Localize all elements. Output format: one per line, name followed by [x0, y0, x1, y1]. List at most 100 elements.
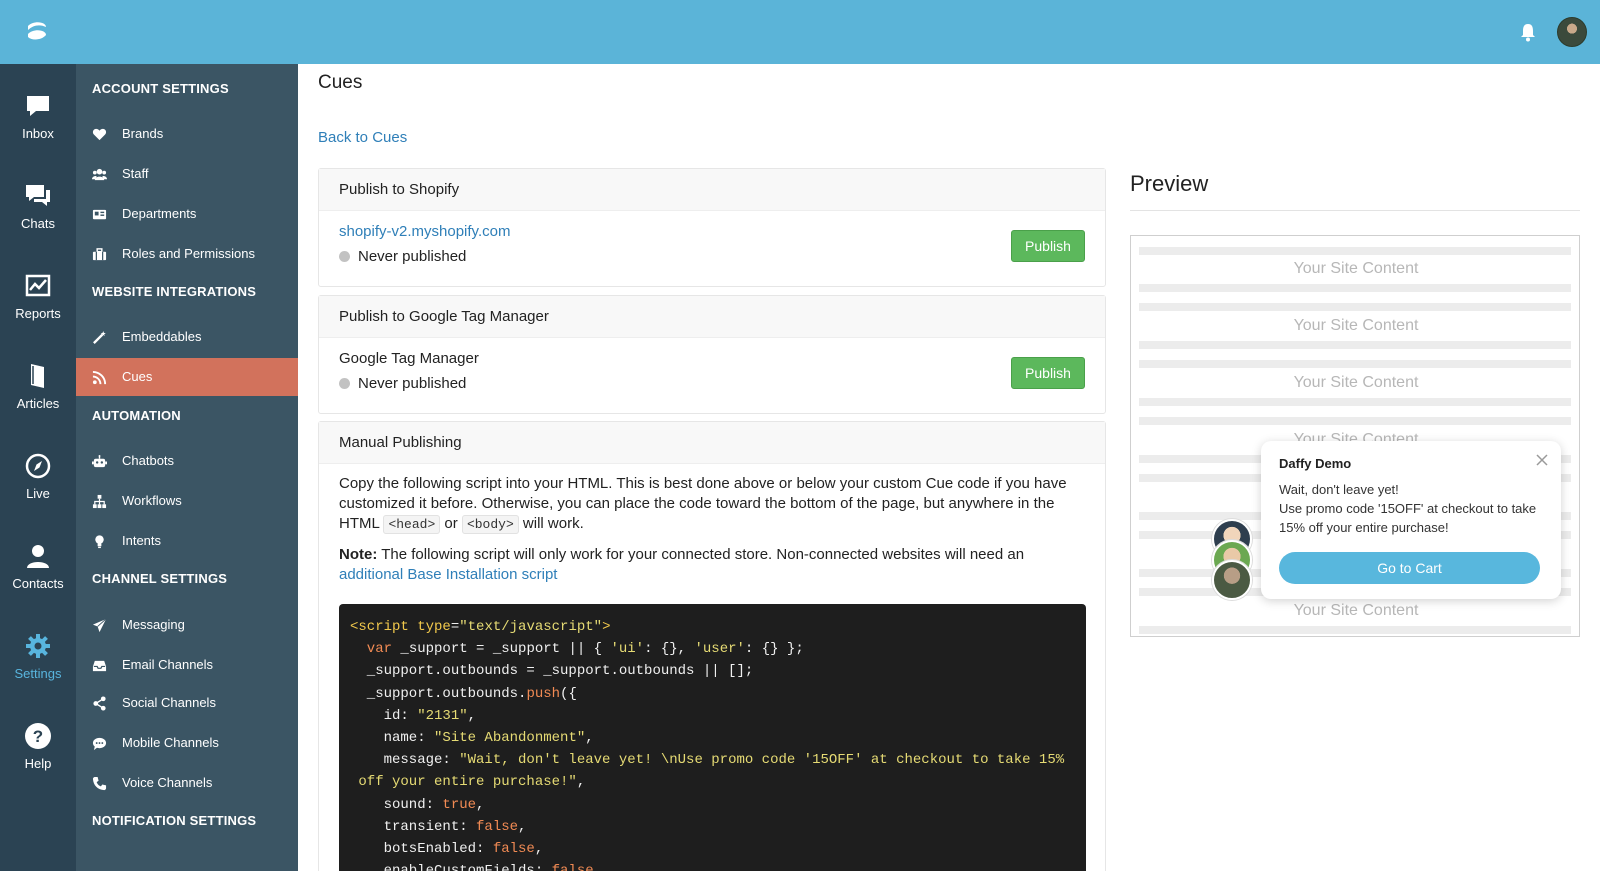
- code-token: ,: [585, 730, 594, 747]
- rail-label: Reports: [15, 306, 61, 321]
- manual-card-body: Copy the following script into your HTML…: [319, 464, 1105, 597]
- sitemap-icon: [92, 494, 107, 509]
- menu-item-voice-channels[interactable]: Voice Channels: [76, 764, 298, 802]
- contacts-icon: [27, 545, 49, 568]
- site-content-label: Your Site Content: [1293, 602, 1419, 619]
- gtm-status-text: Never published: [358, 375, 467, 392]
- rail-item-contacts[interactable]: Contacts: [0, 524, 76, 604]
- menu-heading-account: ACCOUNT SETTINGS: [92, 81, 229, 96]
- menu-item-chatbots[interactable]: Chatbots: [76, 442, 298, 480]
- back-to-cues-link[interactable]: Back to Cues: [318, 129, 407, 146]
- code-token: false: [476, 818, 519, 835]
- menu-item-social-channels[interactable]: Social Channels: [76, 684, 298, 722]
- code-token: _support.outbounds = _support.outbounds …: [350, 663, 754, 680]
- inbox-icon: [27, 96, 49, 116]
- menu-item-cues[interactable]: Cues: [76, 358, 298, 396]
- menu-item-intents[interactable]: Intents: [76, 522, 298, 560]
- site-content-label: Your Site Content: [1293, 260, 1419, 277]
- menu-item-departments[interactable]: Departments: [76, 195, 298, 233]
- rail-item-help[interactable]: ? Help: [0, 704, 76, 784]
- code-line: _support.outbounds.push({: [350, 683, 1075, 705]
- menu-item-workflows[interactable]: Workflows: [76, 482, 298, 520]
- help-icon: ?: [25, 723, 51, 749]
- paper-plane-icon: [92, 618, 107, 633]
- gtm-name: Google Tag Manager: [339, 350, 479, 367]
- bell-icon[interactable]: [1519, 22, 1537, 42]
- rail-item-chats[interactable]: Chats: [0, 164, 76, 244]
- base-installation-link[interactable]: additional Base Installation script: [339, 566, 557, 583]
- code-token: type: [417, 619, 451, 635]
- shopify-card-title: Publish to Shopify: [319, 169, 1105, 211]
- code-line: name: "Site Abandonment",: [350, 727, 1075, 749]
- menu-item-email-channels[interactable]: Email Channels: [76, 646, 298, 684]
- shopify-store-link[interactable]: shopify-v2.myshopify.com: [339, 223, 1085, 240]
- note-label: Note:: [339, 546, 378, 563]
- agent-avatar: [1212, 560, 1252, 600]
- code-token: false: [492, 841, 535, 858]
- code-token: ,: [467, 707, 477, 724]
- code-line: botsEnabled: false,: [350, 838, 1075, 860]
- code-line: transient: false,: [350, 816, 1075, 838]
- code-token: push: [526, 685, 561, 702]
- code-line: sound: true,: [350, 794, 1075, 816]
- gtm-publish-button[interactable]: Publish: [1011, 357, 1085, 389]
- rail-label: Inbox: [22, 126, 54, 141]
- script-code-block[interactable]: <script type="text/javascript"> var _sup…: [339, 604, 1086, 871]
- manual-card-title: Manual Publishing: [319, 422, 1105, 464]
- code-token: "Wait, don't leave yet! \nUse promo code…: [459, 752, 1065, 769]
- go-to-cart-button[interactable]: Go to Cart: [1279, 552, 1540, 584]
- code-token: ,: [518, 818, 527, 835]
- code-token: "Site Abandonment": [434, 730, 586, 747]
- magic-wand-icon: [93, 330, 106, 344]
- page-title: Cues: [318, 72, 363, 93]
- placeholder-stripe: [1139, 360, 1571, 368]
- menu-item-embeddables[interactable]: Embeddables: [76, 318, 298, 356]
- code-token: =: [450, 619, 460, 635]
- rail-item-inbox[interactable]: Inbox: [0, 74, 76, 154]
- inbox-tray-icon: [92, 660, 107, 672]
- code-token: off your entire purchase!": [350, 774, 577, 791]
- app-logo-icon[interactable]: [24, 20, 50, 44]
- code-token: name:: [350, 730, 435, 747]
- menu-heading-automation: AUTOMATION: [92, 408, 181, 423]
- chat-bubble-icon: [92, 737, 107, 751]
- gtm-card-body: Google Tag Manager Never published Publi…: [319, 338, 1105, 404]
- close-icon[interactable]: [1535, 453, 1549, 467]
- code-token: : {},: [644, 641, 695, 658]
- head-tag-code: <head>: [383, 515, 441, 534]
- menu-item-staff[interactable]: Staff: [76, 155, 298, 193]
- rail-label: Live: [26, 486, 50, 501]
- preview-divider: [1130, 210, 1580, 211]
- code-line: enableCustomFields: false,: [350, 860, 1075, 871]
- manual-publishing-card: Manual Publishing Copy the following scr…: [318, 421, 1106, 871]
- rail-item-reports[interactable]: Reports: [0, 254, 76, 334]
- site-content-label: Your Site Content: [1293, 374, 1419, 391]
- menu-item-messaging[interactable]: Messaging: [76, 606, 298, 644]
- code-token: ,: [576, 774, 586, 791]
- code-token: message:: [350, 752, 460, 769]
- code-token: ({: [560, 685, 577, 702]
- menu-item-brands[interactable]: Brands: [76, 115, 298, 153]
- shopify-publish-button[interactable]: Publish: [1011, 230, 1085, 262]
- briefcase-icon: [92, 248, 107, 261]
- menu-item-mobile-channels[interactable]: Mobile Channels: [76, 724, 298, 762]
- compass-icon: [25, 453, 51, 479]
- phone-icon: [92, 776, 107, 791]
- rail-item-articles[interactable]: Articles: [0, 344, 76, 424]
- code-token: 'user': [694, 641, 745, 658]
- menu-heading-website: WEBSITE INTEGRATIONS: [92, 284, 257, 299]
- shopify-card-body: shopify-v2.myshopify.com Never published…: [319, 211, 1105, 277]
- rail-label: Chats: [21, 216, 55, 231]
- code-token: >: [602, 619, 611, 635]
- rail-item-settings[interactable]: Settings: [0, 614, 76, 694]
- id-card-icon: [92, 209, 107, 220]
- rail-item-live[interactable]: Live: [0, 434, 76, 514]
- user-avatar[interactable]: [1557, 17, 1587, 47]
- code-token: _support.outbounds.: [350, 685, 527, 702]
- manual-note: Note: The following script will only wor…: [339, 546, 1025, 583]
- placeholder-stripe: [1139, 284, 1571, 292]
- code-token: true: [442, 796, 477, 813]
- body-tag-code: <body>: [461, 515, 519, 534]
- menu-item-roles[interactable]: Roles and Permissions: [76, 235, 298, 273]
- placeholder-stripe: [1139, 398, 1571, 406]
